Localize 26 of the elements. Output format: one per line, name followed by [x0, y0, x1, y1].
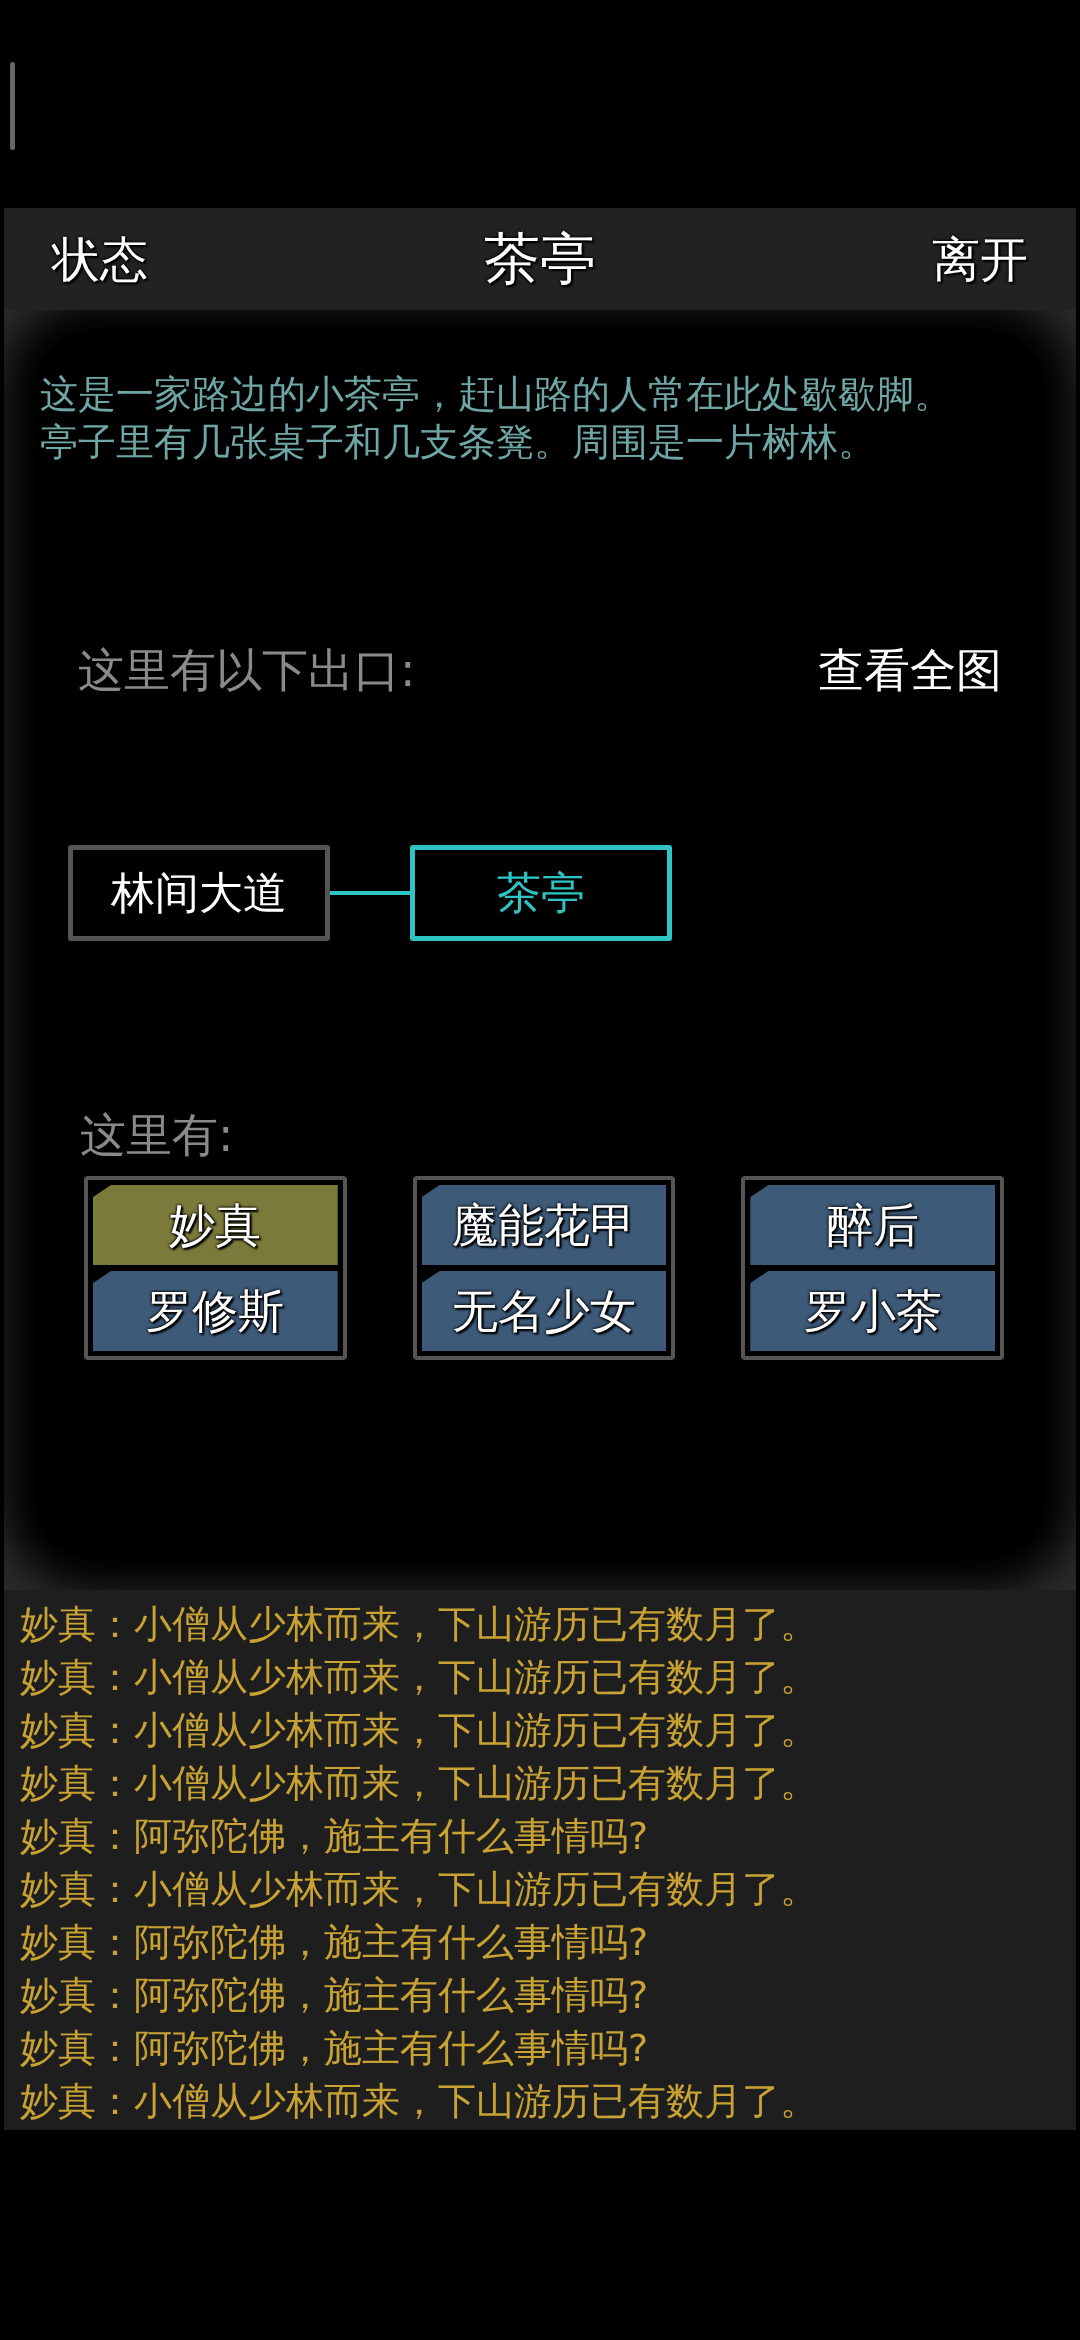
log-message: 妙真：小僧从少林而来，下山游历已有数月了。	[20, 1601, 819, 1648]
leave-button[interactable]: 离开	[932, 223, 1028, 295]
log-message: 妙真：小僧从少林而来，下山游历已有数月了。	[20, 1707, 819, 1754]
log-message: 妙真：小僧从少林而来，下山游历已有数月了。	[20, 1654, 819, 1701]
exits-label: 这里有以下出口:	[78, 642, 416, 699]
npcs-label: 这里有:	[80, 1107, 235, 1164]
npc-button[interactable]: 无名少女	[421, 1271, 667, 1351]
view-map-button[interactable]: 查看全图	[818, 636, 1002, 705]
status-button[interactable]: 状态	[52, 223, 148, 295]
log-message: 妙真：小僧从少林而来，下山游历已有数月了。	[20, 2078, 819, 2125]
room-description: 亭子里有几张桌子和几支条凳。周围是一片树林。	[40, 419, 877, 466]
log-message: 妙真：阿弥陀佛，施主有什么事情吗?	[20, 2025, 650, 2072]
npc-button[interactable]: 妙真	[93, 1185, 338, 1265]
npc-button[interactable]: 罗小茶	[750, 1271, 995, 1351]
map-room[interactable]: 林间大道	[68, 845, 330, 941]
log-message: 妙真：阿弥陀佛，施主有什么事情吗?	[20, 1919, 650, 1966]
room-title: 茶亭	[484, 225, 596, 293]
room-description: 这是一家路边的小茶亭，赶山路的人常在此处歇歇脚。	[40, 371, 953, 418]
log-message: 妙真：小僧从少林而来，下山游历已有数月了。	[20, 1760, 819, 1807]
npc-button[interactable]: 罗修斯	[93, 1271, 338, 1351]
log-message: 妙真：小僧从少林而来，下山游历已有数月了。	[20, 1866, 819, 1913]
npc-button[interactable]: 魔能花甲	[421, 1185, 667, 1265]
log-message: 妙真：阿弥陀佛，施主有什么事情吗?	[20, 1813, 650, 1860]
log-message: 妙真：阿弥陀佛，施主有什么事情吗?	[20, 1972, 650, 2019]
npc-button[interactable]: 醉后	[750, 1185, 995, 1265]
map-room[interactable]: 茶亭	[410, 845, 672, 941]
